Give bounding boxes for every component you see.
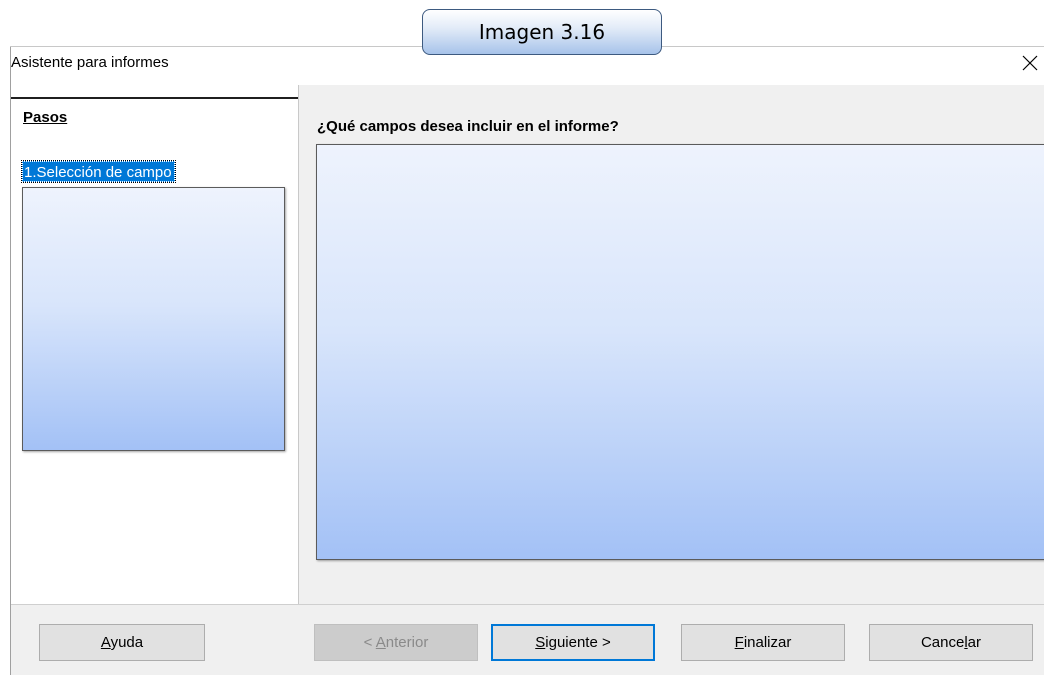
close-icon[interactable] [1019, 52, 1041, 74]
next-button[interactable]: Siguiente > [491, 624, 655, 661]
image-caption-text: Imagen 3.16 [478, 20, 606, 44]
step-item-field-selection[interactable]: 1.Selección de campo [21, 160, 176, 183]
steps-heading: Pasos [23, 109, 68, 126]
image-caption: Imagen 3.16 [422, 9, 662, 55]
window-title: Asistente para informes [11, 54, 169, 71]
help-button[interactable]: Ayuda [39, 624, 205, 661]
steps-pane: Pasos 1.Selección de campo [11, 97, 298, 604]
finish-button[interactable]: Finalizar [681, 624, 845, 661]
content-pane: ¿Qué campos desea incluir en el informe? [299, 85, 1044, 604]
fields-selection-area[interactable] [316, 144, 1044, 560]
steps-list-panel [22, 187, 285, 451]
cancel-button[interactable]: Cancelar [869, 624, 1033, 661]
back-button[interactable]: < Anterior [314, 624, 478, 661]
button-bar: Ayuda < Anterior Siguiente > Finalizar C… [11, 604, 1044, 675]
fields-question: ¿Qué campos desea incluir en el informe? [317, 118, 619, 135]
report-wizard-dialog: Asistente para informes Pasos 1.Selecció… [10, 47, 1044, 675]
